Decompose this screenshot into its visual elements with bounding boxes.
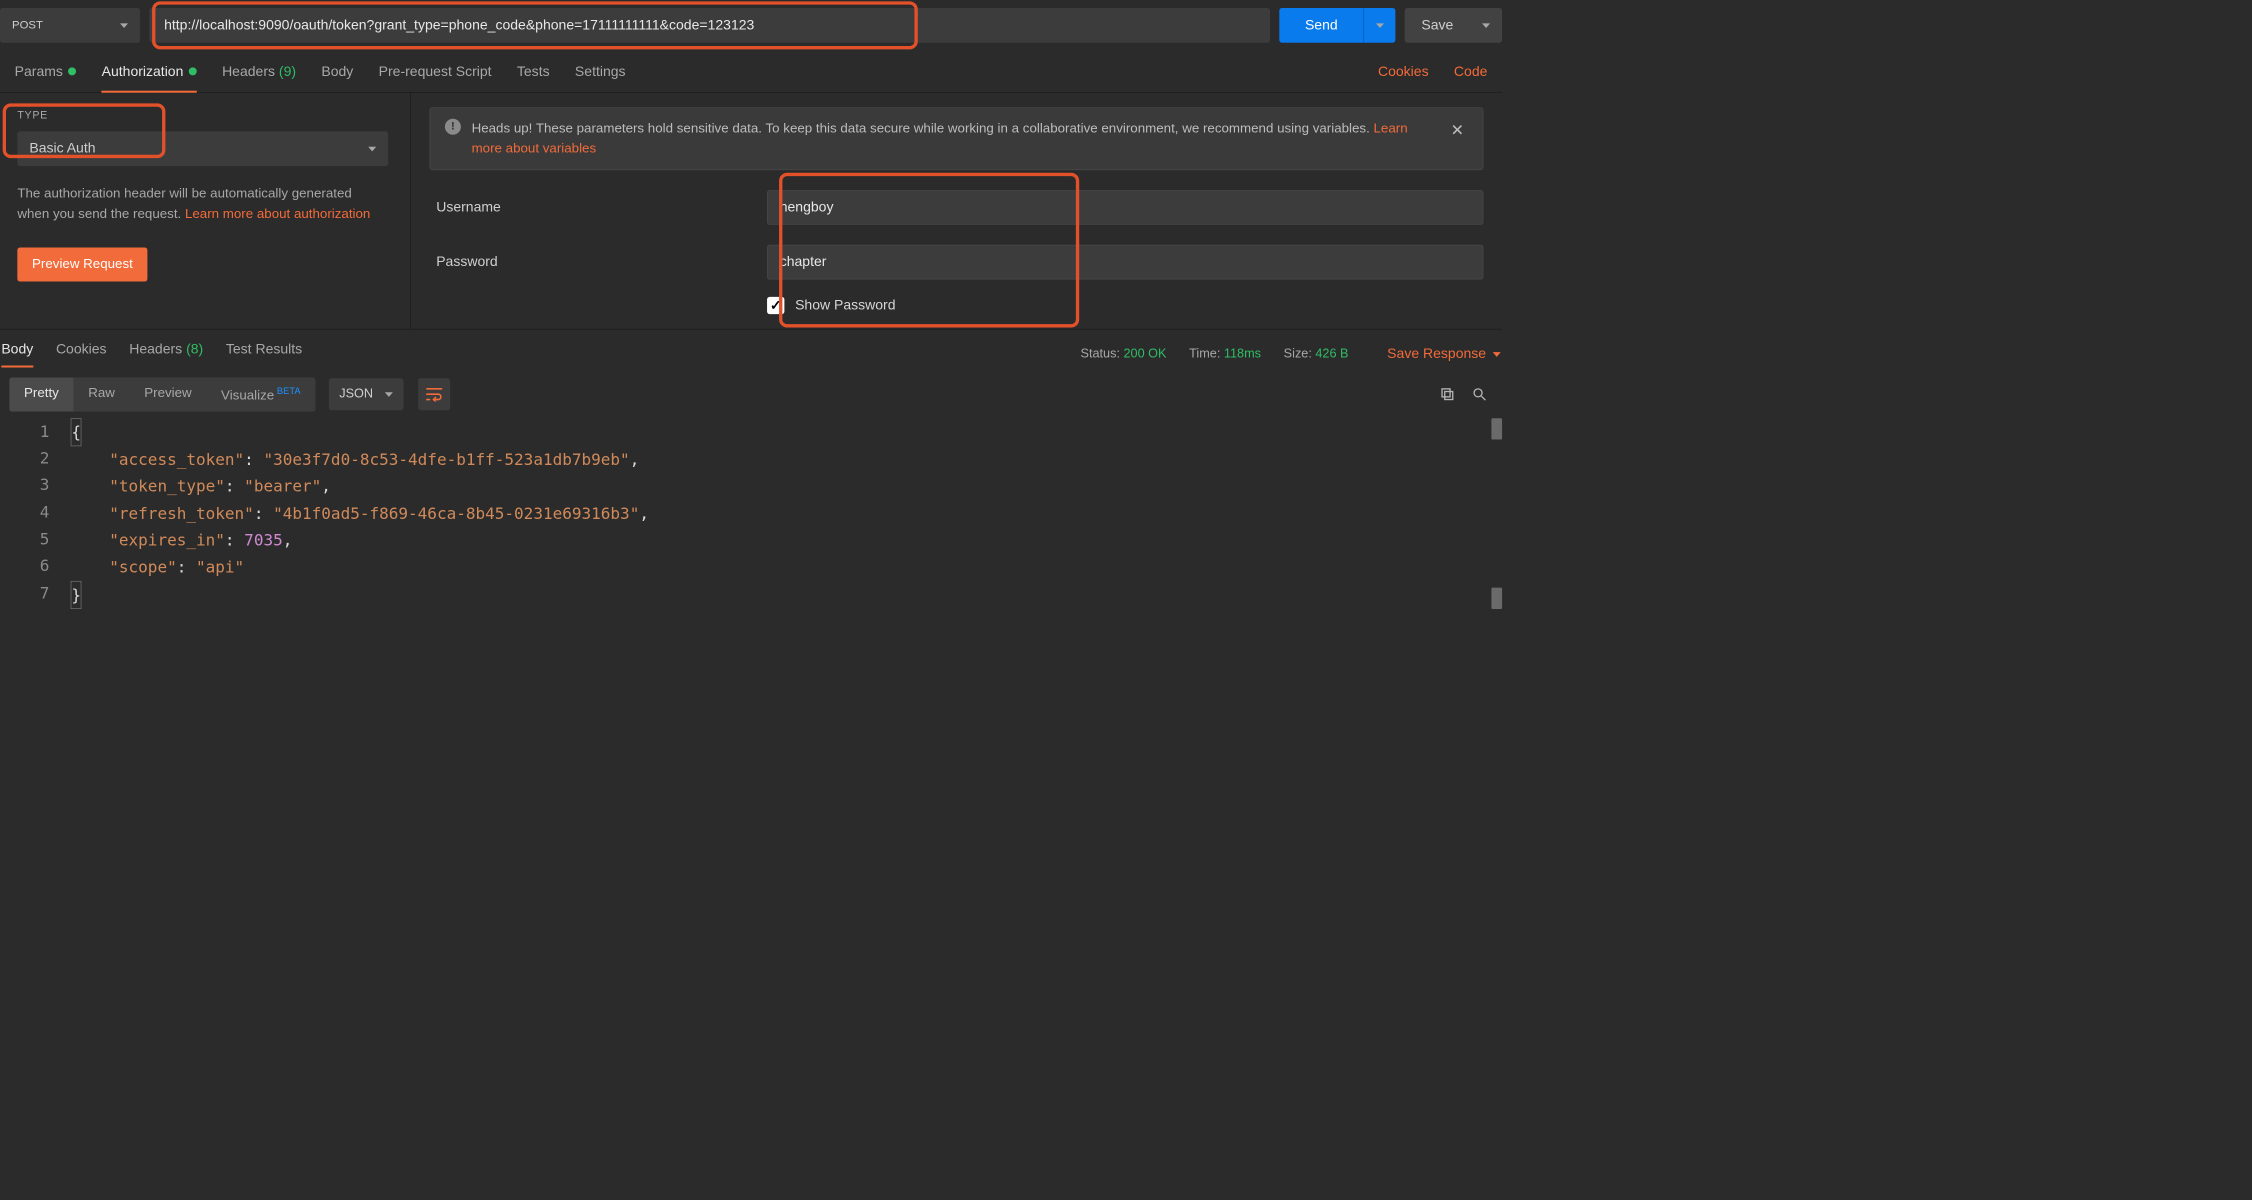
send-dropdown[interactable] — [1363, 8, 1395, 43]
response-tab-headers-label: Headers — [129, 342, 182, 357]
view-pretty[interactable]: Pretty — [9, 378, 73, 412]
tab-headers[interactable]: Headers (9) — [222, 64, 296, 92]
username-label: Username — [430, 199, 768, 215]
response-tab-cookies[interactable]: Cookies — [56, 342, 107, 367]
response-tab-headers-count: (8) — [186, 342, 203, 357]
response-time: Time: 118ms — [1189, 347, 1261, 362]
code-link[interactable]: Code — [1454, 64, 1487, 92]
format-value: JSON — [339, 387, 373, 402]
response-body-viewer[interactable]: 1234567 { "access_token": "30e3f7d0-8c53… — [0, 418, 1502, 622]
send-button-label: Send — [1279, 17, 1363, 33]
auth-description: The authorization header will be automat… — [17, 183, 377, 224]
save-response-label: Save Response — [1387, 346, 1486, 362]
tab-body[interactable]: Body — [321, 64, 353, 92]
save-response-button[interactable]: Save Response — [1387, 346, 1501, 362]
chevron-down-icon — [1482, 23, 1490, 28]
tab-settings[interactable]: Settings — [575, 64, 626, 92]
show-password-label: Show Password — [795, 297, 895, 313]
view-raw[interactable]: Raw — [74, 378, 130, 412]
view-visualize[interactable]: VisualizeBETA — [206, 378, 315, 412]
tab-tests[interactable]: Tests — [517, 64, 550, 92]
tab-prerequest[interactable]: Pre-request Script — [379, 64, 492, 92]
scrollbar-thumb[interactable] — [1491, 418, 1502, 439]
chevron-down-icon — [385, 392, 393, 397]
auth-type-value: Basic Auth — [29, 141, 95, 157]
tab-headers-label: Headers — [222, 64, 275, 79]
tab-headers-count: (9) — [279, 64, 296, 79]
http-method-select[interactable]: POST — [0, 8, 140, 43]
learn-more-auth-link[interactable]: Learn more about authorization — [185, 207, 370, 222]
response-size: Size: 426 B — [1284, 347, 1349, 362]
info-icon: ! — [445, 119, 461, 135]
http-method-value: POST — [12, 19, 43, 32]
chevron-down-icon — [368, 146, 376, 151]
response-body-code: { "access_token": "30e3f7d0-8c53-4dfe-b1… — [71, 418, 1502, 609]
search-response-button[interactable] — [1466, 381, 1493, 408]
sensitive-data-banner: ! Heads up! These parameters hold sensit… — [430, 107, 1484, 170]
chevron-down-icon — [1376, 23, 1384, 28]
save-button[interactable]: Save — [1405, 8, 1502, 43]
banner-close-button[interactable]: ✕ — [1447, 119, 1468, 143]
response-tab-headers[interactable]: Headers (8) — [129, 342, 203, 367]
save-dropdown[interactable] — [1470, 23, 1502, 28]
auth-type-select[interactable]: Basic Auth — [17, 131, 388, 166]
response-tab-body[interactable]: Body — [1, 342, 33, 367]
response-tab-test-results[interactable]: Test Results — [226, 342, 302, 367]
username-input[interactable] — [767, 190, 1483, 225]
beta-badge: BETA — [277, 386, 301, 397]
show-password-checkbox[interactable]: ✓ — [767, 297, 784, 314]
active-dot-icon — [189, 67, 197, 75]
wrap-lines-button[interactable] — [418, 378, 450, 410]
tab-params[interactable]: Params — [15, 64, 77, 92]
format-select[interactable]: JSON — [329, 378, 404, 410]
view-visualize-label: Visualize — [221, 388, 274, 403]
response-status: Status: 200 OK — [1081, 347, 1167, 362]
request-url-input[interactable] — [149, 8, 1270, 43]
view-mode-segment: Pretty Raw Preview VisualizeBETA — [9, 378, 315, 412]
banner-text: Heads up! These parameters hold sensitiv… — [472, 121, 1374, 136]
scrollbar-thumb[interactable] — [1491, 588, 1502, 609]
chevron-down-icon — [120, 23, 128, 28]
active-dot-icon — [68, 67, 76, 75]
copy-response-button[interactable] — [1434, 381, 1461, 408]
copy-icon — [1440, 387, 1455, 402]
cookies-link[interactable]: Cookies — [1378, 64, 1429, 92]
password-label: Password — [430, 254, 768, 270]
line-gutter: 1234567 — [0, 418, 71, 609]
wrap-icon — [426, 387, 443, 402]
chevron-down-icon — [1493, 352, 1501, 357]
tab-authorization[interactable]: Authorization — [102, 64, 197, 92]
tab-authorization-label: Authorization — [102, 64, 184, 79]
password-input[interactable] — [767, 245, 1483, 280]
auth-type-heading: TYPE — [17, 110, 393, 122]
view-preview[interactable]: Preview — [130, 378, 207, 412]
send-button[interactable]: Send — [1279, 8, 1395, 43]
tab-params-label: Params — [15, 64, 63, 79]
search-icon — [1472, 387, 1487, 402]
preview-request-button[interactable]: Preview Request — [17, 247, 147, 281]
save-button-label: Save — [1405, 17, 1470, 33]
